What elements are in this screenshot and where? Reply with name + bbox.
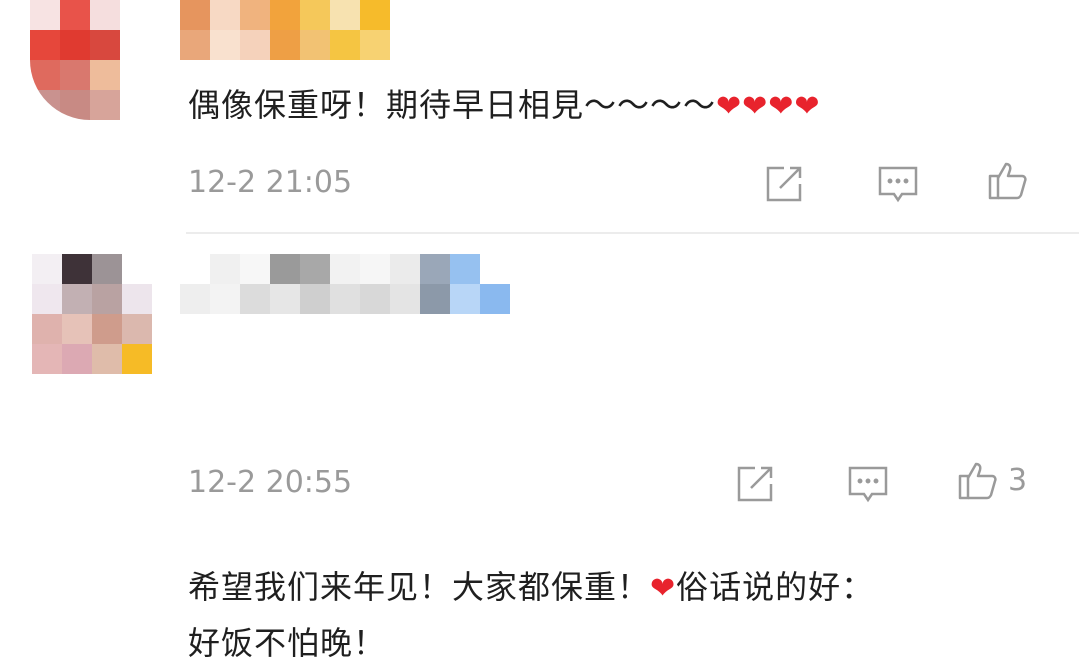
- comment-icon: [848, 466, 888, 503]
- share-button[interactable]: [733, 462, 777, 506]
- thumbs-up-icon: [958, 462, 997, 500]
- comment-body: 偶像保重呀！期待早日相見～～～～: [188, 86, 717, 124]
- comment-text: 希望我们来年见！大家都保重！❤俗话说的好： 好饭不怕晚！: [188, 560, 874, 670]
- comment-body: 好饭不怕晚！: [188, 624, 387, 662]
- comment-body: 俗话说的好：: [676, 568, 875, 606]
- heart-emoji: ❤: [650, 571, 677, 606]
- thumbs-up-icon: [988, 162, 1027, 200]
- share-button[interactable]: [762, 162, 806, 206]
- timestamp: 12-2 21:05: [188, 165, 353, 200]
- comment-item: 希望我们来年见！大家都保重！❤俗话说的好： 好饭不怕晚！ 12-2 20:55 …: [0, 234, 1079, 662]
- avatar[interactable]: [32, 254, 152, 374]
- avatar[interactable]: [30, 0, 150, 120]
- heart-emoji: ❤❤❤❤: [716, 89, 821, 124]
- timestamp: 12-2 20:55: [188, 465, 353, 500]
- share-icon: [737, 466, 773, 502]
- like-count: 3: [1008, 462, 1028, 498]
- share-icon: [766, 166, 802, 202]
- username[interactable]: [180, 0, 390, 60]
- comment-icon: [878, 166, 918, 203]
- like-button[interactable]: 3: [956, 458, 1027, 502]
- comment-item: 偶像保重呀！期待早日相見～～～～❤❤❤❤ 12-2 21:05: [0, 0, 1079, 232]
- comment-button[interactable]: [846, 462, 890, 506]
- like-button[interactable]: [986, 158, 1038, 202]
- comment-button[interactable]: [876, 162, 920, 206]
- comment-body: 希望我们来年见！大家都保重！: [188, 568, 651, 606]
- username[interactable]: [180, 254, 510, 314]
- comment-text: 偶像保重呀！期待早日相見～～～～❤❤❤❤: [188, 78, 821, 134]
